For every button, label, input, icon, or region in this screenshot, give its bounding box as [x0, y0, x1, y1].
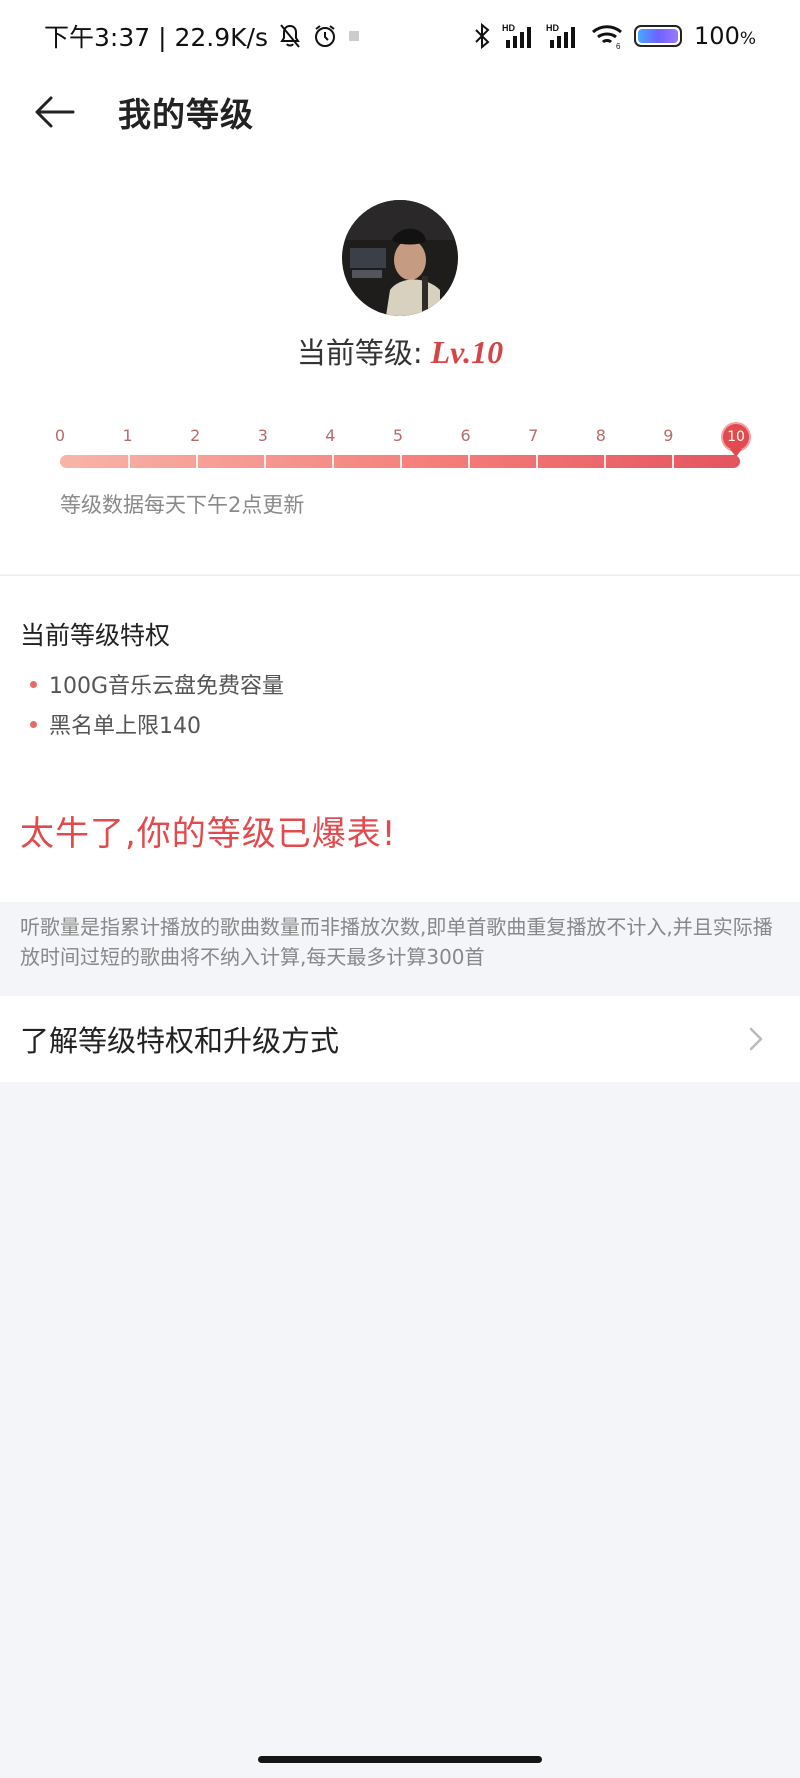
hd-signal-icon: HD — [502, 22, 536, 50]
hd-signal-icon: HD — [546, 22, 580, 50]
svg-text:HD: HD — [546, 23, 559, 33]
level-bar-divider — [604, 455, 606, 468]
level-card: 当前等级: Lv.10 0 1 2 3 4 5 6 7 8 9 10 等级数据每天下午2点更新 — [0, 152, 800, 574]
current-level-value: Lv.10 — [430, 334, 504, 370]
chevron-right-icon — [744, 1027, 768, 1051]
page-title: 我的等级 — [118, 95, 254, 134]
level-tick-5: 5 — [392, 426, 404, 445]
level-tick-2: 2 — [190, 426, 201, 445]
notification-dot-icon — [348, 30, 360, 42]
avatar[interactable] — [342, 200, 458, 316]
status-time-speed: 下午3:37 | 22.9K/s — [44, 23, 268, 52]
max-level-message: 太牛了,你的等级已爆表! — [20, 814, 397, 854]
battery-fill — [638, 29, 679, 43]
battery-percentage: 100% — [694, 22, 756, 50]
svg-text:6: 6 — [616, 42, 621, 50]
status-bar: 下午3:37 | 22.9K/s HD HD 6 100% — [0, 0, 800, 72]
level-tick-9: 9 — [663, 426, 674, 445]
current-level-row: 当前等级: Lv.10 — [0, 330, 800, 372]
level-bar-divider — [332, 455, 334, 468]
battery-icon — [634, 25, 683, 47]
level-tick-7: 7 — [528, 426, 539, 445]
wifi-icon: 6 — [590, 22, 624, 50]
alarm-icon — [312, 23, 338, 49]
level-tick-3: 3 — [257, 426, 268, 445]
level-tick-labels: 0 1 2 3 4 5 6 7 8 9 10 — [54, 424, 749, 456]
level-tick-6: 6 — [460, 426, 471, 445]
privilege-item: 黑名单上限140 — [30, 704, 284, 744]
privileges-list: 100G音乐云盘免费容量 黑名单上限140 — [30, 664, 284, 744]
status-right: HD HD 6 100% — [472, 22, 756, 50]
level-bar-divider — [196, 455, 198, 468]
upgrade-info-label: 了解等级特权和升级方式 — [20, 1024, 340, 1058]
info-text: 听歌量是指累计播放的歌曲数量而非播放次数,即单首歌曲重复播放不计入,并且实际播放… — [0, 902, 800, 996]
level-bar-divider — [264, 455, 266, 468]
level-tick-1: 1 — [122, 426, 133, 445]
app-header: 我的等级 — [0, 72, 800, 152]
avatar-image — [342, 200, 458, 316]
privilege-text: 100G音乐云盘免费容量 — [49, 674, 285, 699]
level-tick-8: 8 — [595, 426, 606, 445]
current-level-label: 当前等级: — [296, 336, 423, 370]
status-left: 下午3:37 | 22.9K/s — [44, 18, 360, 54]
home-indicator[interactable] — [258, 1756, 542, 1763]
bullet-dot-icon — [30, 720, 37, 728]
update-note: 等级数据每天下午2点更新 — [60, 493, 305, 517]
bullet-dot-icon — [30, 680, 37, 688]
bluetooth-icon — [472, 22, 492, 50]
level-tick-4: 4 — [325, 426, 336, 445]
privilege-item: 100G音乐云盘免费容量 — [30, 664, 284, 704]
privileges-section: 当前等级特权 100G音乐云盘免费容量 黑名单上限140 太牛了,你的等级已爆表… — [0, 575, 800, 902]
level-bar-divider — [400, 455, 402, 468]
privilege-text: 黑名单上限140 — [49, 714, 201, 739]
arrow-left-icon[interactable] — [32, 90, 76, 134]
level-bar-divider — [128, 455, 130, 468]
level-bar-divider — [672, 455, 674, 468]
level-progress-bar — [60, 455, 740, 468]
level-bar-divider — [536, 455, 538, 468]
svg-text:HD: HD — [502, 23, 515, 33]
level-bar-divider — [468, 455, 470, 468]
bell-off-icon — [278, 23, 302, 49]
upgrade-info-link[interactable]: 了解等级特权和升级方式 — [0, 996, 800, 1082]
level-tick-10: 10 — [723, 424, 749, 450]
level-tick-0: 0 — [54, 426, 66, 445]
privileges-title: 当前等级特权 — [20, 621, 171, 650]
